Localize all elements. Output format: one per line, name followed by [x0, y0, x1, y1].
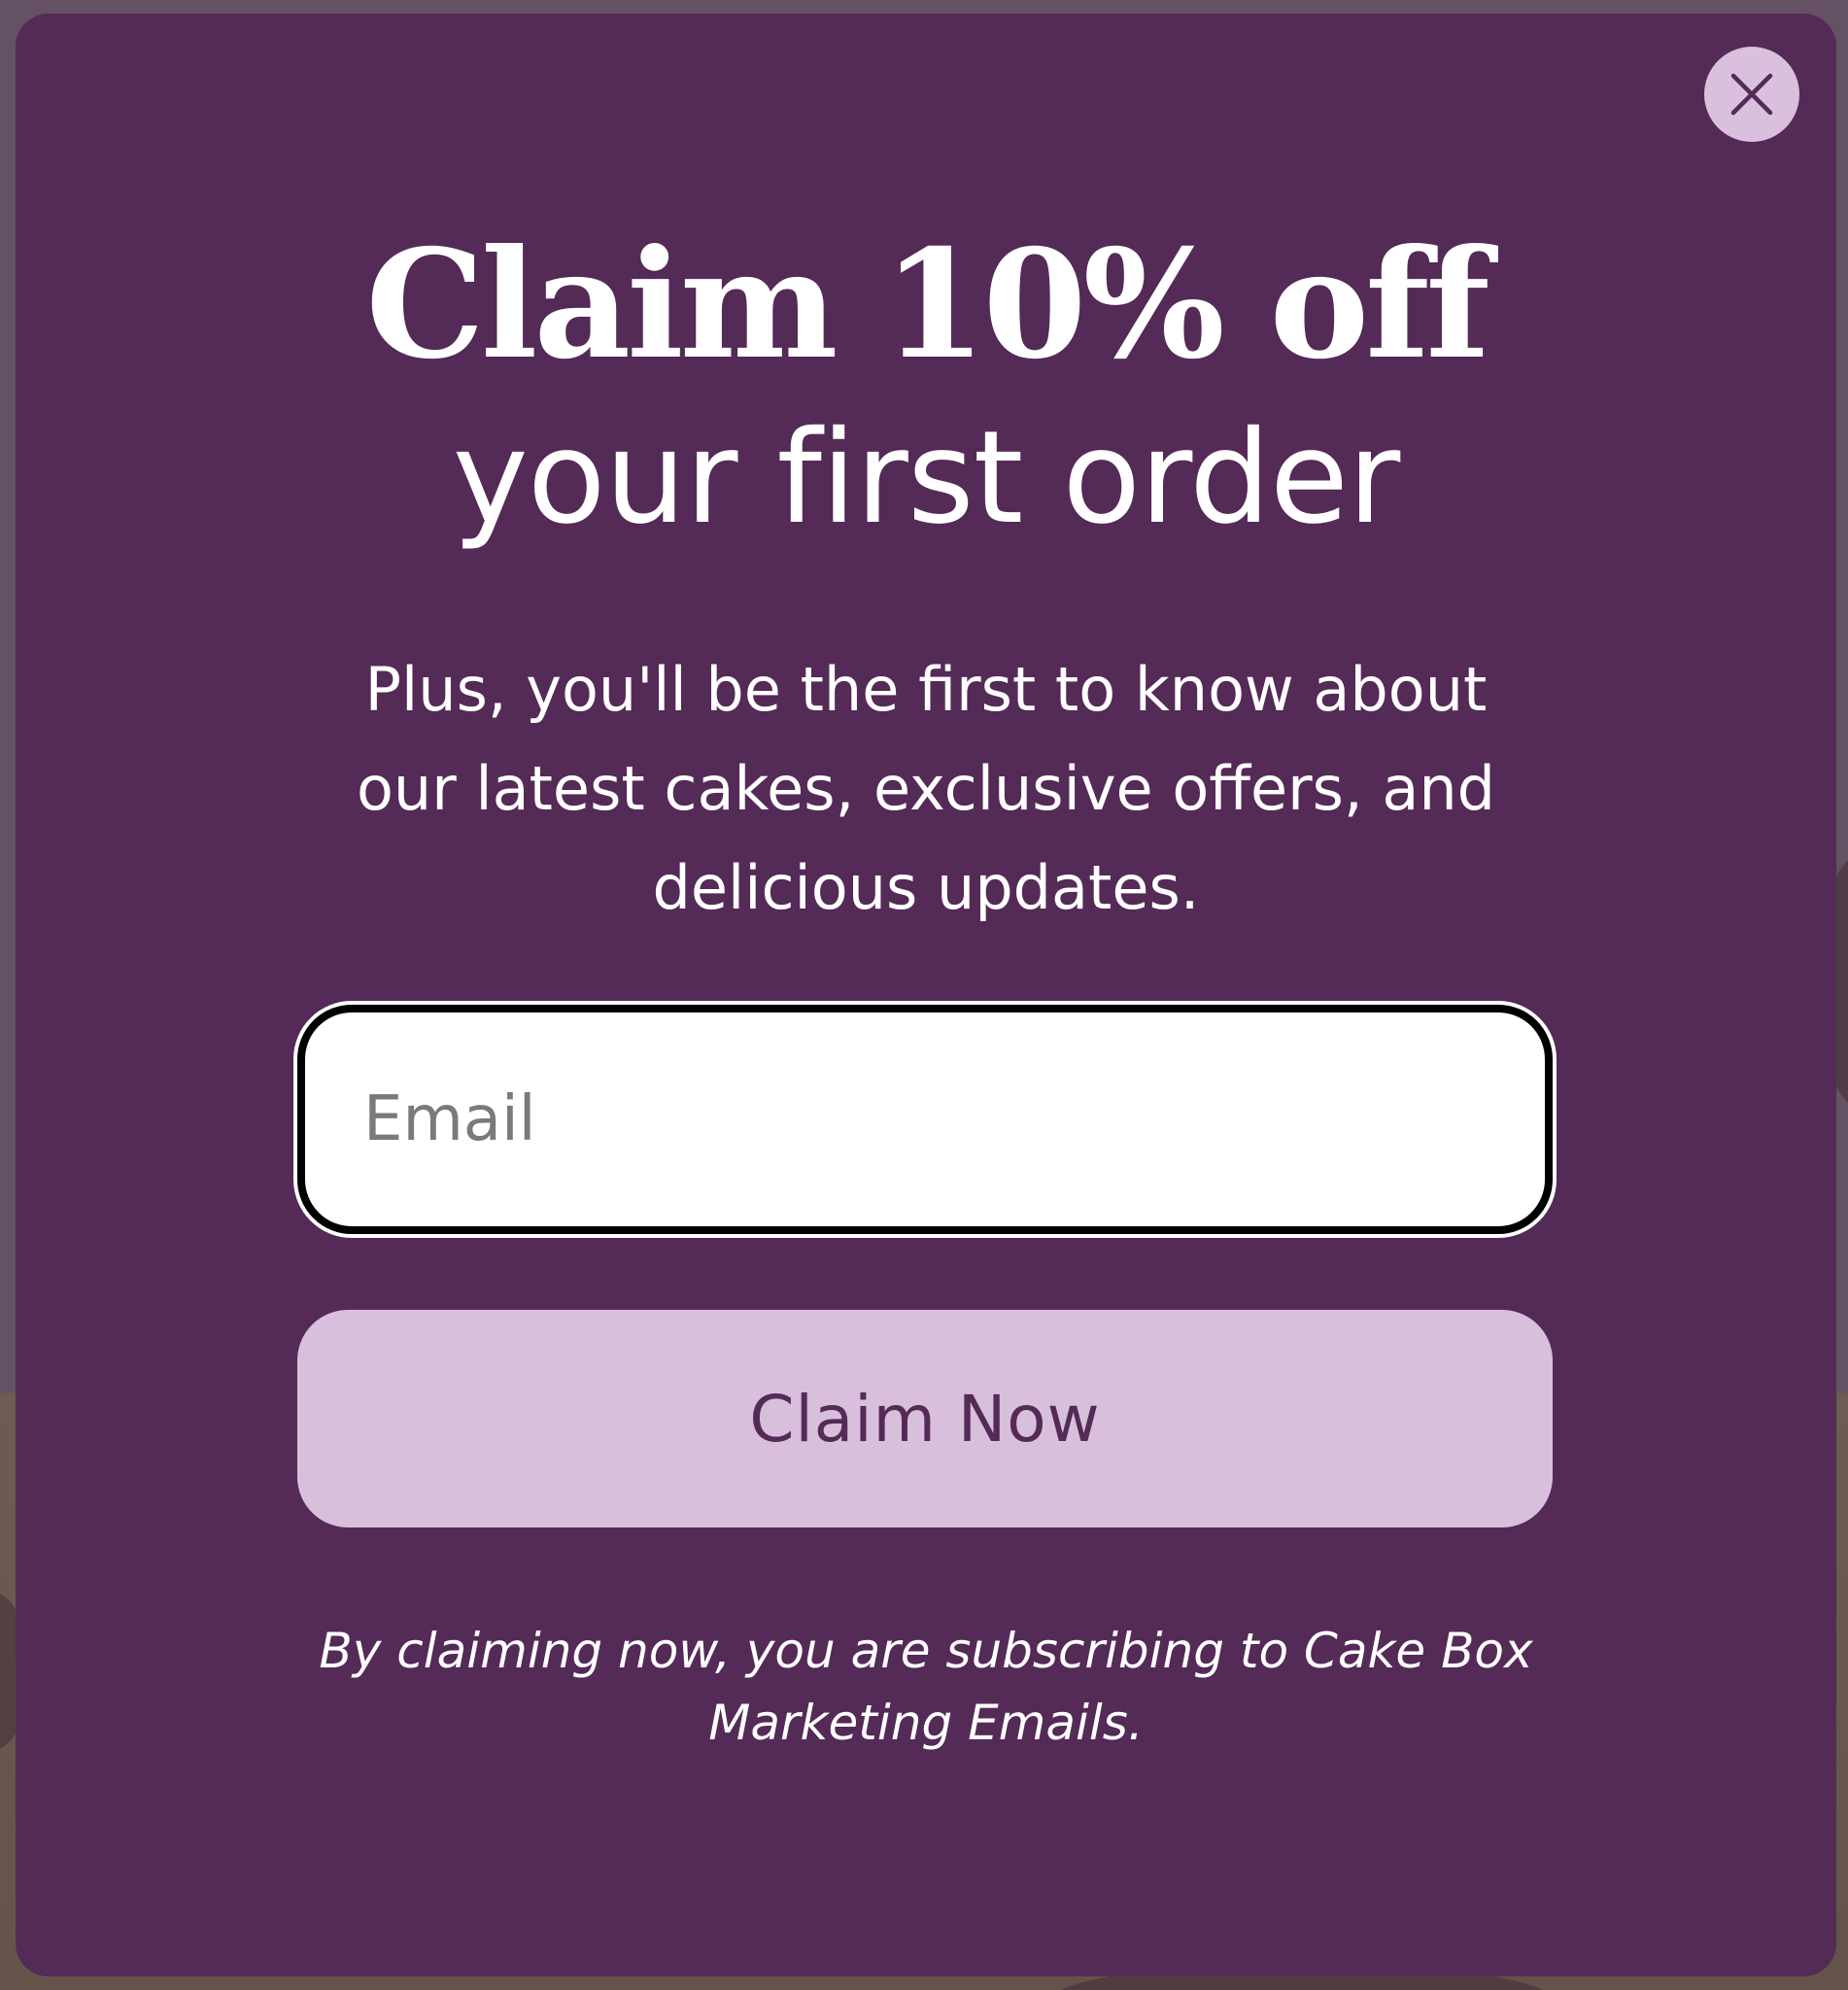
headline-first-order: your first order — [452, 403, 1401, 553]
popup-description: Plus, you'll be the first to know about … — [356, 654, 1496, 923]
close-button[interactable] — [1704, 47, 1799, 142]
popup-headline: Claim 10% off your first order — [16, 218, 1836, 564]
marketing-disclaimer: By claiming now, you are subscribing to … — [319, 1623, 1533, 1751]
claim-now-button[interactable]: Claim Now — [297, 1310, 1553, 1527]
signup-popup: Claim 10% off your first order Plus, you… — [16, 14, 1836, 1976]
close-icon — [1730, 73, 1773, 116]
email-field[interactable] — [297, 1005, 1553, 1234]
headline-offer: Claim 10% off — [365, 217, 1489, 393]
